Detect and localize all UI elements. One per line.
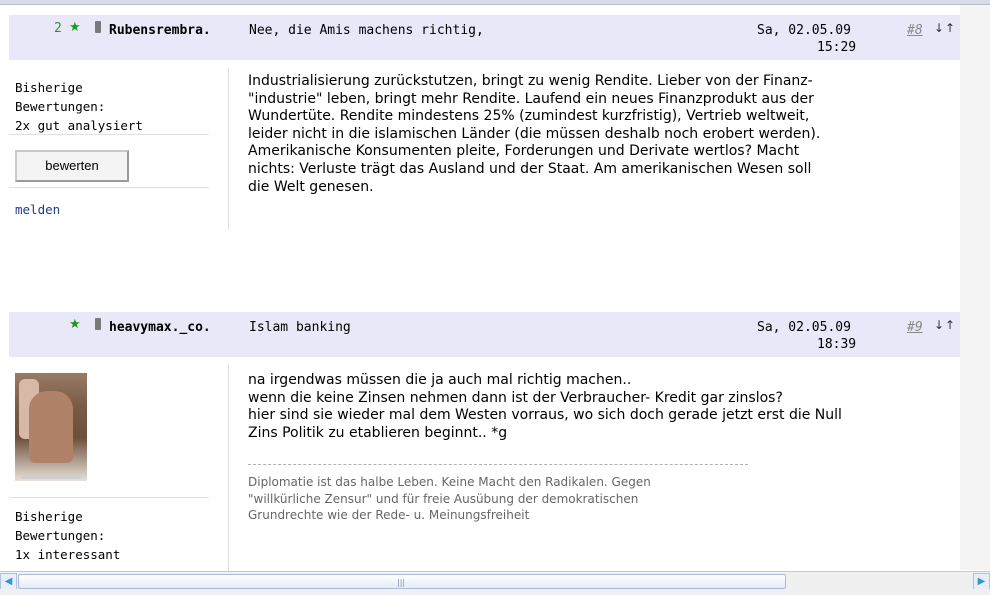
post-date: Sa, 02.05.09 [757, 23, 851, 38]
ratings-label-line1: Bisherige [15, 509, 83, 524]
scroll-thumb[interactable]: ||| [18, 574, 786, 589]
divider [9, 187, 209, 188]
column-divider [228, 68, 229, 230]
post-subject: Islam banking [249, 320, 351, 335]
navigate-arrows-icon[interactable]: ↓↑ [934, 21, 956, 35]
window-top-edge [0, 0, 990, 5]
right-gutter [960, 5, 990, 570]
avatar-figure [29, 391, 73, 463]
post-date: Sa, 02.05.09 [757, 320, 851, 335]
post-time: 18:39 [817, 337, 857, 352]
ratings-label-line1: Bisherige [15, 80, 83, 95]
post-body: na irgendwas müssen die ja auch mal rich… [248, 372, 842, 441]
divider [9, 134, 209, 135]
ratings-label-line2: Bewertungen: [15, 528, 106, 543]
post-header: ★ heavymax._co. Islam banking Sa, 02.05.… [9, 312, 960, 357]
report-link[interactable]: melden [15, 202, 60, 217]
grip-icon: ||| [397, 578, 406, 587]
divider [9, 497, 209, 498]
post-header: 2 ★ Rubensrembra. Nee, die Amis machens … [9, 15, 960, 60]
rate-button[interactable]: bewerten [15, 150, 129, 182]
mobile-icon [95, 318, 101, 330]
star-icon[interactable]: ★ [69, 317, 81, 332]
author-name[interactable]: Rubensrembra. [109, 23, 211, 38]
post-number-link[interactable]: #8 [907, 23, 923, 38]
column-divider [228, 365, 229, 571]
post-sidebar: Bisherige Bewertungen: 1x interessant [9, 507, 209, 564]
horizontal-scrollbar[interactable]: ◀ ||| ▶ [0, 571, 990, 590]
rating-value: 2x gut analysiert [15, 118, 143, 133]
ratings-label: Bisherige Bewertungen: 1x interessant [15, 507, 209, 564]
avatar-caption [21, 475, 81, 479]
post-time: 15:29 [817, 40, 857, 55]
scroll-right-icon[interactable]: ▶ [973, 573, 990, 590]
post-signature: Diplomatie ist das halbe Leben. Keine Ma… [248, 475, 651, 522]
ratings-label-line2: Bewertungen: [15, 99, 106, 114]
navigate-arrows-icon[interactable]: ↓↑ [934, 318, 956, 332]
post-body: Industrialisierung zurückstutzen, bringt… [248, 73, 821, 195]
ratings-label: Bisherige Bewertungen: 2x gut analysiert [15, 78, 209, 135]
rating-count: 2 [54, 21, 62, 36]
rating-value: 1x interessant [15, 547, 121, 562]
post-number-link[interactable]: #9 [907, 320, 923, 335]
signature-separator [248, 464, 748, 465]
post-subject: Nee, die Amis machens richtig, [249, 23, 484, 38]
mobile-icon [95, 21, 101, 33]
star-icon[interactable]: ★ [69, 20, 81, 35]
scroll-left-icon[interactable]: ◀ [0, 573, 17, 590]
author-name[interactable]: heavymax._co. [109, 320, 211, 335]
status-strip [0, 589, 990, 595]
user-avatar[interactable] [15, 373, 87, 481]
post-sidebar: Bisherige Bewertungen: 2x gut analysiert [9, 78, 209, 135]
